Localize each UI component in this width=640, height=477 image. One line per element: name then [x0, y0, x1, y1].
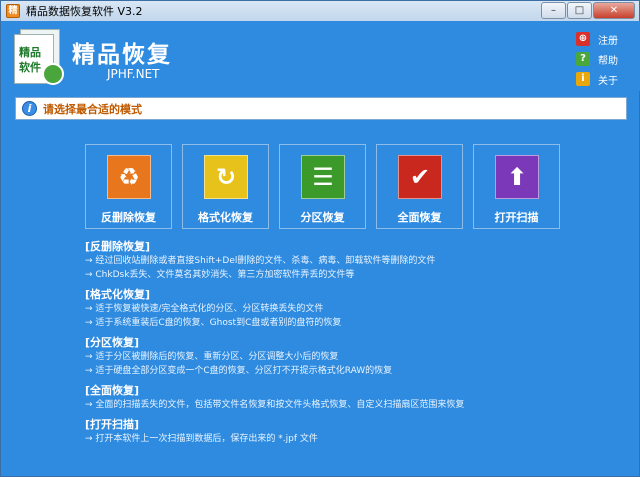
logo-arrow-icon	[42, 63, 64, 85]
mode-label: 格式化恢复	[198, 211, 253, 224]
desc-title: [打开扫描]	[85, 418, 140, 431]
open-scan-button[interactable]: ⬆ 打开扫描	[473, 144, 560, 229]
header: 精品软件 精品恢复 JPHF.NET ⊕ 注册 ? 帮助 i 关于	[2, 21, 640, 91]
desc-line: → 打开本软件上一次扫描到数据后，保存出来的 *.jpf 文件	[85, 434, 318, 444]
hint-bar: i 请选择最合适的模式	[15, 97, 627, 120]
info-icon: i	[576, 72, 590, 86]
mode-label: 反删除恢复	[101, 211, 156, 224]
desc-title: [分区恢复]	[85, 336, 140, 349]
help-icon: ?	[576, 52, 590, 66]
format-recovery-button[interactable]: ↻ 格式化恢复	[182, 144, 269, 229]
maximize-button[interactable]: □	[567, 2, 592, 19]
info-icon: i	[22, 101, 37, 116]
full-recovery-button[interactable]: ✔ 全面恢复	[376, 144, 463, 229]
recycle-icon: ♻	[107, 155, 151, 199]
desc-title: [格式化恢复]	[85, 288, 151, 301]
mode-buttons: ♻ 反删除恢复 ↻ 格式化恢复 ☰ 分区恢复 ✔ 全面恢复 ⬆ 打开扫描	[85, 144, 570, 229]
mode-label: 全面恢复	[397, 211, 442, 224]
refresh-icon: ↻	[204, 155, 248, 199]
desc-line: → ChkDsk丢失、文件莫名其妙消失、第三方加密软件弄丢的文件等	[85, 270, 355, 280]
desc-line: → 适于硬盘全部分区变成一个C盘的恢复、分区打不开提示格式化RAW的恢复	[85, 366, 393, 376]
desc-line: → 适于恢复被快速/完全格式化的分区、分区转换丢失的文件	[85, 304, 324, 314]
desc-partition: [分区恢复] → 适于分区被删除后的恢复、重新分区、分区调整大小后的恢复 → 适…	[85, 335, 625, 378]
partition-recovery-button[interactable]: ☰ 分区恢复	[279, 144, 366, 229]
mode-label: 分区恢复	[300, 211, 345, 224]
desc-full: [全面恢复] → 全面的扫描丢失的文件，包括带文件名恢复和按文件头格式恢复、自定…	[85, 383, 625, 412]
title-bar[interactable]: 精 精品数据恢复软件 V3.2 – □ ✕	[1, 1, 639, 21]
desc-line: → 适于分区被删除后的恢复、重新分区、分区调整大小后的恢复	[85, 352, 339, 362]
help-link[interactable]: ? 帮助	[576, 49, 618, 69]
register-label: 注册	[598, 35, 618, 47]
register-link[interactable]: ⊕ 注册	[576, 29, 618, 49]
window-title: 精品数据恢复软件 V3.2	[26, 5, 143, 18]
mode-label: 打开扫描	[494, 211, 539, 224]
desc-line: → 经过回收站删除或者直接Shift+Del删除的文件、杀毒、病毒、卸载软件等删…	[85, 256, 436, 266]
side-links: ⊕ 注册 ? 帮助 i 关于	[576, 29, 618, 89]
upload-arrow-icon: ⬆	[495, 155, 539, 199]
desc-title: [反删除恢复]	[85, 240, 151, 253]
desc-open-scan: [打开扫描] → 打开本软件上一次扫描到数据后，保存出来的 *.jpf 文件	[85, 417, 625, 446]
desc-line: → 适于系统重装后C盘的恢复、Ghost到C盘或者别的盘符的恢复	[85, 318, 342, 328]
app-name: 精品恢复	[72, 42, 172, 68]
checkbox-icon: ✔	[398, 155, 442, 199]
close-button[interactable]: ✕	[593, 2, 635, 19]
mode-descriptions: [反删除恢复] → 经过回收站删除或者直接Shift+Del删除的文件、杀毒、病…	[85, 239, 625, 451]
logo: 精品软件	[14, 29, 64, 87]
app-subtitle: JPHF.NET	[107, 67, 160, 81]
main-window: 精 精品数据恢复软件 V3.2 – □ ✕ 精品软件 精品恢复 JPHF.NET…	[0, 0, 640, 477]
undelete-button[interactable]: ♻ 反删除恢复	[85, 144, 172, 229]
minimize-button[interactable]: –	[541, 2, 566, 19]
about-label: 关于	[598, 75, 618, 87]
checklist-icon: ☰	[301, 155, 345, 199]
desc-line: → 全面的扫描丢失的文件，包括带文件名恢复和按文件头格式恢复、自定义扫描扇区范围…	[85, 400, 465, 410]
app-icon: 精	[6, 4, 20, 18]
desc-undelete: [反删除恢复] → 经过回收站删除或者直接Shift+Del删除的文件、杀毒、病…	[85, 239, 625, 282]
desc-title: [全面恢复]	[85, 384, 140, 397]
desc-format: [格式化恢复] → 适于恢复被快速/完全格式化的分区、分区转换丢失的文件 → 适…	[85, 287, 625, 330]
window-controls: – □ ✕	[540, 2, 635, 19]
cart-icon: ⊕	[576, 32, 590, 46]
hint-text: 请选择最合适的模式	[43, 102, 142, 116]
help-label: 帮助	[598, 55, 618, 67]
about-link[interactable]: i 关于	[576, 69, 618, 89]
